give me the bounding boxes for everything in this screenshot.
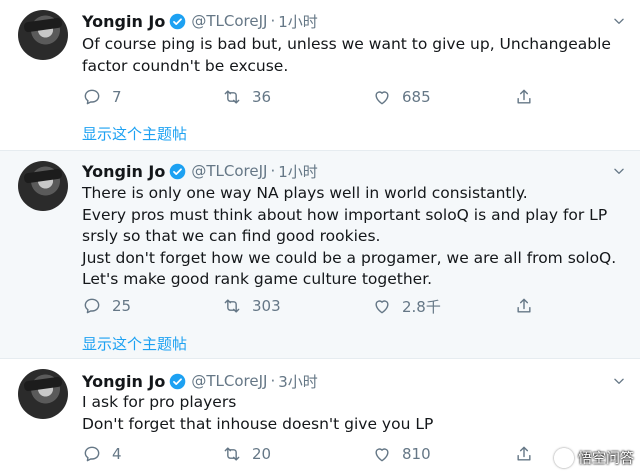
- reply-count: 25: [112, 297, 132, 315]
- retweet-count: 303: [252, 297, 281, 315]
- tweet-timestamp[interactable]: 3小时: [278, 371, 318, 392]
- like-count: 685: [402, 88, 431, 106]
- reply-icon: [84, 298, 100, 314]
- heart-icon: [375, 91, 389, 105]
- like-button[interactable]: 2.8千: [372, 295, 441, 317]
- tweet-timestamp[interactable]: 1小时: [278, 161, 318, 182]
- avatar[interactable]: [18, 161, 68, 211]
- retweet-icon: [224, 447, 240, 461]
- like-count: 810: [402, 445, 431, 463]
- wukong-logo-icon: [554, 448, 574, 468]
- show-thread-link[interactable]: 显示这个主题帖: [82, 123, 187, 144]
- watermark-text: 悟空问答: [578, 451, 634, 467]
- tweet-text-line: srsly so that we can find good rookies.: [82, 227, 381, 245]
- retweet-button[interactable]: 20: [222, 443, 271, 465]
- share-button[interactable]: [514, 295, 534, 317]
- retweet-count: 20: [252, 445, 272, 463]
- like-button[interactable]: 685: [372, 86, 431, 108]
- reply-icon: [84, 89, 100, 105]
- reply-count: 4: [112, 445, 122, 463]
- heart-icon: [375, 448, 389, 462]
- heart-icon: [375, 300, 389, 314]
- tweet-3[interactable]: Yongin Jo @TLCoreJJ · 3小时 I ask for pro …: [0, 359, 640, 474]
- reply-count: 7: [112, 88, 122, 106]
- author-handle[interactable]: @TLCoreJJ: [191, 162, 267, 180]
- tweet-header: Yongin Jo @TLCoreJJ · 1小时: [82, 161, 318, 181]
- verified-badge-icon: [170, 13, 186, 29]
- share-button[interactable]: [514, 86, 534, 108]
- separator-dot: ·: [270, 162, 276, 180]
- tweet-text-line: Just don't forget how we could be a prog…: [82, 248, 617, 267]
- author-name[interactable]: Yongin Jo: [82, 372, 165, 391]
- watermark: 悟空问答: [554, 448, 634, 468]
- separator-dot: ·: [270, 372, 276, 390]
- reply-button[interactable]: 4: [82, 443, 122, 465]
- share-icon: [517, 89, 531, 104]
- chevron-down-icon[interactable]: [612, 164, 626, 178]
- share-button[interactable]: [514, 443, 534, 465]
- show-thread-link[interactable]: 显示这个主题帖: [82, 333, 187, 354]
- reply-button[interactable]: 7: [82, 86, 122, 108]
- tweet-text-line: Every pros must think about how importan…: [82, 205, 608, 224]
- tweet-text-line: There is only one way NA plays well in w…: [82, 184, 528, 202]
- tweet-actions: 7 36 685: [82, 86, 552, 108]
- like-button[interactable]: 810: [372, 443, 431, 465]
- avatar[interactable]: [18, 369, 68, 419]
- verified-badge-icon: [170, 163, 186, 179]
- tweet-text-line: Of course ping is bad but, unless we wan…: [82, 35, 611, 53]
- tweet-text: I ask for pro players Don't forget that …: [82, 392, 627, 435]
- tweet-text-line: I ask for pro players: [82, 393, 237, 411]
- tweet-1[interactable]: Yongin Jo @TLCoreJJ · 1小时 Of course ping…: [0, 0, 640, 150]
- share-icon: [517, 298, 531, 313]
- retweet-button[interactable]: 36: [222, 86, 271, 108]
- chevron-down-icon[interactable]: [612, 374, 626, 388]
- author-name[interactable]: Yongin Jo: [82, 162, 165, 181]
- author-handle[interactable]: @TLCoreJJ: [191, 12, 267, 30]
- tweet-actions: 4 20 810: [82, 443, 552, 465]
- retweet-count: 36: [252, 88, 272, 106]
- retweet-icon: [224, 90, 240, 104]
- like-count: 2.8千: [402, 297, 441, 316]
- tweet-2[interactable]: Yongin Jo @TLCoreJJ · 1小时 There is only …: [0, 151, 640, 358]
- tweet-text: Of course ping is bad but, unless we wan…: [82, 34, 627, 77]
- chevron-down-icon[interactable]: [612, 14, 626, 28]
- avatar[interactable]: [18, 10, 68, 60]
- tweet-text-line: factor coundn't be excuse.: [82, 56, 289, 75]
- tweet-text: There is only one way NA plays well in w…: [82, 183, 627, 291]
- tweet-timestamp[interactable]: 1小时: [278, 11, 318, 32]
- verified-badge-icon: [170, 373, 186, 389]
- author-name[interactable]: Yongin Jo: [82, 12, 165, 31]
- retweet-icon: [224, 299, 240, 313]
- tweet-header: Yongin Jo @TLCoreJJ · 3小时: [82, 371, 318, 391]
- tweet-text-line: Let's make good rank game culture togeth…: [82, 270, 433, 288]
- reply-button[interactable]: 25: [82, 295, 131, 317]
- share-icon: [517, 446, 531, 461]
- separator-dot: ·: [270, 12, 276, 30]
- tweet-actions: 25 303 2.8千: [82, 295, 552, 317]
- reply-icon: [84, 446, 100, 462]
- tweet-header: Yongin Jo @TLCoreJJ · 1小时: [82, 11, 318, 31]
- author-handle[interactable]: @TLCoreJJ: [191, 372, 267, 390]
- retweet-button[interactable]: 303: [222, 295, 281, 317]
- tweet-text-line: Don't forget that inhouse doesn't give y…: [82, 414, 434, 433]
